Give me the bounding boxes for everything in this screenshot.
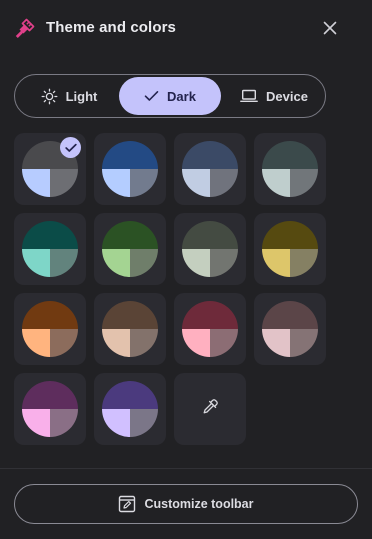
- swatch-top-half: [102, 301, 158, 329]
- color-swatch[interactable]: [14, 133, 86, 205]
- customize-toolbar-icon: [119, 495, 136, 513]
- swatch-bottom-left: [102, 249, 130, 277]
- swatch-circle: [182, 141, 238, 197]
- device-mode-button[interactable]: Device: [227, 77, 321, 115]
- sun-icon: [41, 88, 58, 104]
- customize-toolbar-label: Customize toolbar: [144, 497, 254, 511]
- swatch-top-half: [22, 381, 78, 409]
- dark-mode-label: Dark: [167, 88, 196, 104]
- swatch-bottom-left: [262, 249, 290, 277]
- swatch-top-half: [22, 301, 78, 329]
- swatch-bottom-left: [102, 409, 130, 437]
- swatch-top-half: [22, 221, 78, 249]
- swatch-top-half: [262, 301, 318, 329]
- swatch-bottom-right: [290, 329, 318, 357]
- check-icon: [144, 91, 159, 101]
- swatch-bottom-left: [182, 249, 210, 277]
- eyedropper-icon: [201, 398, 219, 421]
- customize-toolbar-button[interactable]: Customize toolbar: [14, 484, 358, 524]
- swatch-bottom-left: [22, 249, 50, 277]
- light-mode-label: Light: [65, 88, 98, 104]
- swatch-top-half: [262, 141, 318, 169]
- swatch-bottom-left: [22, 409, 50, 437]
- swatch-circle: [102, 301, 158, 357]
- swatch-bottom-right: [290, 249, 318, 277]
- swatch-bottom-right: [130, 249, 158, 277]
- swatch-top-half: [182, 141, 238, 169]
- swatch-bottom-left: [102, 169, 130, 197]
- swatch-bottom-right: [210, 249, 238, 277]
- swatch-circle: [22, 221, 78, 277]
- swatch-bottom-left: [262, 169, 290, 197]
- color-swatch[interactable]: [14, 373, 86, 445]
- swatch-top-half: [182, 221, 238, 249]
- swatch-bottom-right: [210, 329, 238, 357]
- swatch-top-half: [182, 301, 238, 329]
- color-swatch[interactable]: [174, 293, 246, 365]
- swatch-top-half: [102, 221, 158, 249]
- swatch-top-half: [262, 221, 318, 249]
- color-swatch[interactable]: [254, 133, 326, 205]
- swatch-bottom-right: [130, 169, 158, 197]
- swatch-circle: [102, 381, 158, 437]
- color-swatch[interactable]: [14, 293, 86, 365]
- swatch-bottom-right: [130, 409, 158, 437]
- color-swatch[interactable]: [94, 373, 166, 445]
- color-swatch[interactable]: [174, 133, 246, 205]
- swatch-circle: [102, 141, 158, 197]
- light-mode-button[interactable]: Light: [21, 77, 117, 115]
- color-swatch[interactable]: [254, 213, 326, 285]
- swatch-circle: [22, 301, 78, 357]
- panel-header: Theme and colors: [0, 0, 372, 56]
- close-icon: [323, 21, 337, 35]
- swatch-circle: [102, 221, 158, 277]
- panel-title: Theme and colors: [46, 19, 176, 36]
- swatch-bottom-right: [130, 329, 158, 357]
- color-swatch[interactable]: [14, 213, 86, 285]
- swatch-bottom-right: [210, 169, 238, 197]
- laptop-icon: [240, 89, 258, 103]
- color-swatch[interactable]: [94, 293, 166, 365]
- swatch-circle: [262, 301, 318, 357]
- swatch-bottom-left: [182, 169, 210, 197]
- swatch-bottom-right: [50, 329, 78, 357]
- selected-check-icon: [60, 137, 81, 158]
- swatch-top-half: [102, 381, 158, 409]
- swatch-bottom-left: [262, 329, 290, 357]
- swatch-bottom-right: [50, 169, 78, 197]
- swatch-bottom-left: [182, 329, 210, 357]
- swatch-bottom-right: [50, 409, 78, 437]
- swatch-circle: [182, 221, 238, 277]
- swatch-circle: [262, 141, 318, 197]
- swatch-bottom-left: [22, 169, 50, 197]
- paintbrush-icon: [15, 18, 35, 39]
- theme-panel: Theme and colors Light Dark Device Custo…: [0, 0, 372, 539]
- color-swatch[interactable]: [94, 133, 166, 205]
- footer-divider: [0, 468, 372, 469]
- close-button[interactable]: [316, 14, 344, 42]
- swatch-bottom-left: [102, 329, 130, 357]
- custom-color-button[interactable]: [174, 373, 246, 445]
- color-swatch[interactable]: [94, 213, 166, 285]
- swatch-circle: [262, 221, 318, 277]
- dark-mode-button[interactable]: Dark: [119, 77, 221, 115]
- swatch-circle: [182, 301, 238, 357]
- color-swatch[interactable]: [174, 213, 246, 285]
- swatch-bottom-right: [50, 249, 78, 277]
- device-mode-label: Device: [266, 88, 308, 104]
- color-swatch[interactable]: [254, 293, 326, 365]
- swatch-circle: [22, 381, 78, 437]
- swatch-top-half: [102, 141, 158, 169]
- theme-mode-toggle: Light Dark Device: [14, 74, 326, 118]
- swatch-bottom-right: [290, 169, 318, 197]
- swatch-bottom-left: [22, 329, 50, 357]
